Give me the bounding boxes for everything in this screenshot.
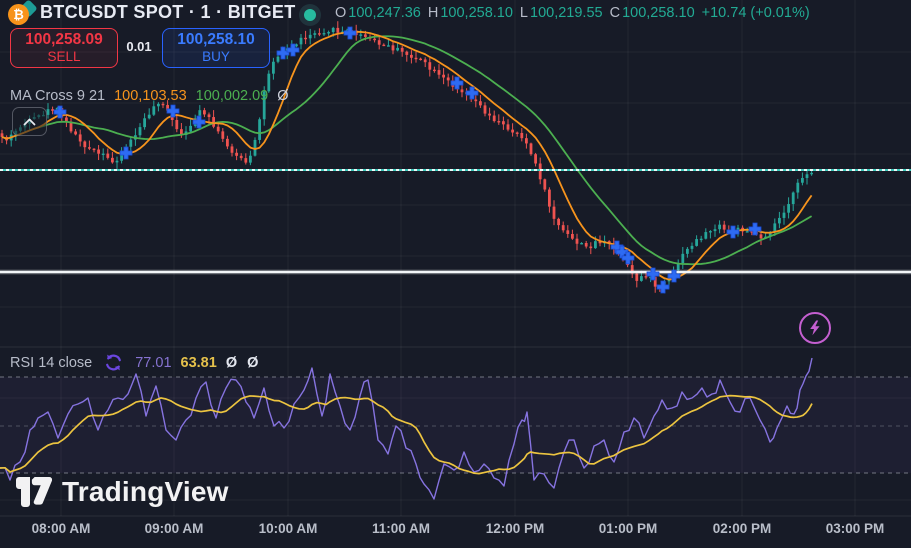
sell-button[interactable]: 100,258.09 SELL	[10, 28, 118, 68]
lightning-bolt-icon	[810, 320, 820, 336]
time-tick: 02:00 PM	[712, 521, 772, 536]
open-label: O	[335, 5, 347, 21]
sell-price: 100,258.09	[25, 31, 103, 49]
chart-canvas[interactable]	[0, 0, 911, 548]
rsi-ma-value: 63.81	[180, 354, 217, 371]
high-value: 100,258.10	[440, 5, 513, 21]
rsi-extra-values: Ø Ø	[225, 354, 262, 371]
symbol-title[interactable]: BTCUSDT SPOT · 1 · BITGET	[40, 2, 296, 23]
open-value: 100,247.36	[348, 5, 421, 21]
time-tick: 11:00 AM	[371, 521, 431, 536]
sell-label: SELL	[47, 49, 81, 65]
time-tick: 03:00 PM	[825, 521, 885, 536]
close-value: 100,258.10	[622, 5, 695, 21]
buy-price: 100,258.10	[177, 31, 255, 49]
ma-fast-value: 100,103.53	[114, 88, 187, 104]
chevron-up-icon	[23, 118, 36, 125]
bitcoin-icon: ₿	[8, 4, 29, 25]
time-tick: 08:00 AM	[31, 521, 91, 536]
market-status-dot[interactable]	[299, 4, 321, 26]
change-value: +10.74 (+0.01%)	[701, 5, 810, 21]
trading-chart-window: ₿ BTCUSDT SPOT · 1 · BITGET O 100,247.36…	[0, 0, 911, 548]
tradingview-watermark[interactable]: TradingView	[16, 476, 229, 508]
time-tick: 10:00 AM	[258, 521, 318, 536]
collapse-panel-button[interactable]	[12, 107, 47, 136]
low-label: L	[519, 5, 528, 21]
time-tick: 09:00 AM	[144, 521, 204, 536]
low-value: 100,219.55	[530, 5, 603, 21]
symbol-logo: ₿	[8, 0, 38, 27]
buy-label: BUY	[202, 49, 230, 65]
ma-cross-legend[interactable]: MA Cross 9 21 100,103.53 100,002.09 Ø	[10, 88, 289, 104]
tradingview-logo-icon	[16, 477, 52, 507]
high-label: H	[427, 5, 439, 21]
ma-cross-extra-value: Ø	[277, 88, 289, 104]
ohlc-row: O 100,247.36 H 100,258.10 L 100,219.55 C…	[335, 5, 810, 21]
quick-trade-button[interactable]	[799, 312, 831, 344]
tradingview-brand-text: TradingView	[62, 476, 229, 507]
rsi-value: 77.01	[135, 354, 172, 371]
rsi-legend[interactable]: RSI 14 close 77.01 63.81 Ø Ø	[10, 352, 261, 373]
status-dot-inner	[304, 9, 316, 21]
refresh-icon[interactable]	[103, 352, 124, 373]
spread-value: 0.01	[126, 39, 152, 54]
rsi-label: RSI 14 close	[10, 354, 93, 371]
buy-button[interactable]: 100,258.10 BUY	[162, 28, 270, 68]
time-tick: 12:00 PM	[485, 521, 545, 536]
ma-cross-label: MA Cross 9 21	[10, 88, 106, 104]
close-label: C	[609, 5, 621, 21]
time-tick: 01:00 PM	[598, 521, 658, 536]
ma-slow-value: 100,002.09	[195, 88, 269, 104]
